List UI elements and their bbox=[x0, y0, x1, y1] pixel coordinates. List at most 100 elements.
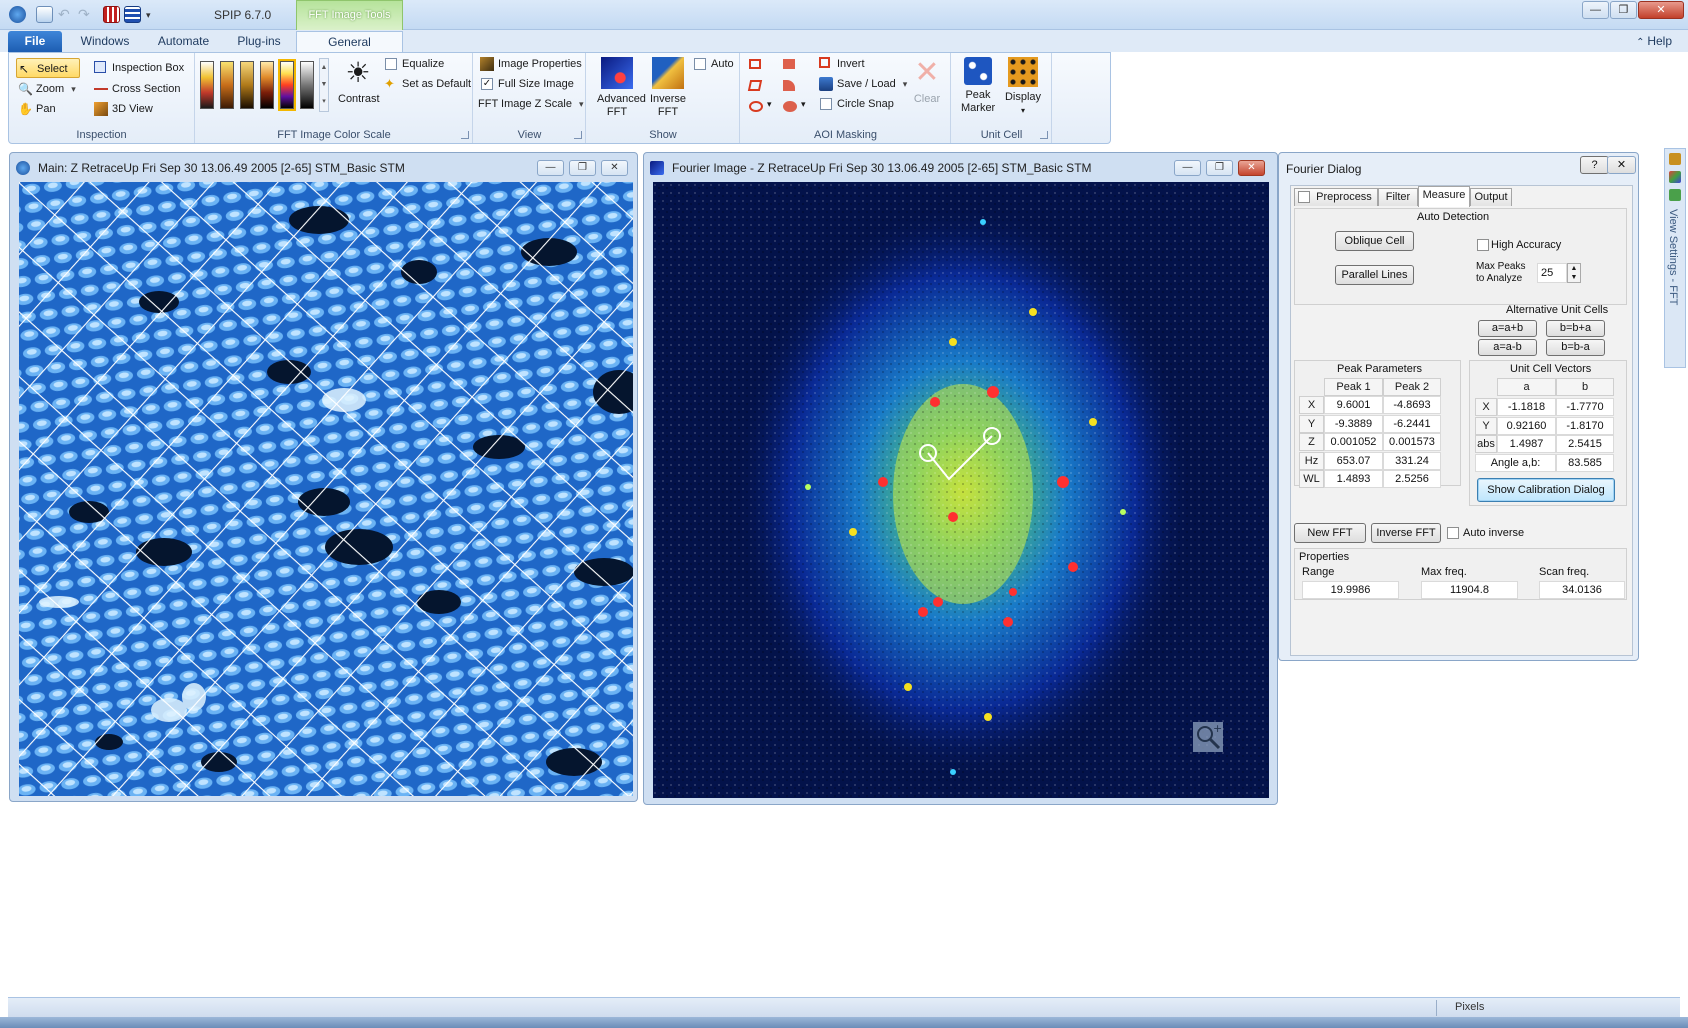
aoi-rect-icon[interactable] bbox=[749, 59, 761, 69]
aoi-ellipse-dropdown-icon[interactable]: ▾ bbox=[767, 99, 772, 110]
color-scale-swatch-1[interactable] bbox=[200, 61, 214, 109]
tab-preprocess[interactable]: Preprocess bbox=[1294, 188, 1378, 206]
tab-automate[interactable]: Automate bbox=[146, 31, 221, 52]
inverse-fft-button[interactable]: Inverse FFT bbox=[645, 57, 691, 119]
color-scale-swatch-4[interactable] bbox=[260, 61, 274, 109]
window-close-button[interactable]: ✕ bbox=[1638, 1, 1684, 19]
cross-section-button[interactable]: Cross Section bbox=[92, 79, 180, 99]
tab-measure[interactable]: Measure bbox=[1418, 186, 1470, 207]
tab-output[interactable]: Output bbox=[1470, 188, 1512, 206]
equalize-checkbox[interactable]: Equalize bbox=[382, 54, 444, 74]
fft-image-canvas[interactable]: + bbox=[653, 182, 1269, 798]
display-dropdown-icon: ▾ bbox=[1020, 106, 1025, 115]
image-properties-button[interactable]: Image Properties bbox=[478, 54, 582, 74]
pan-button[interactable]: ✋ Pan bbox=[16, 99, 56, 119]
auto-inverse-checkbox[interactable] bbox=[1447, 527, 1459, 539]
zoom-button[interactable]: 🔍 Zoom bbox=[16, 79, 76, 99]
high-accuracy-checkbox[interactable] bbox=[1477, 239, 1489, 251]
tile-windows-icon[interactable] bbox=[103, 6, 120, 23]
a-equals-a-minus-b-button[interactable]: a=a-b bbox=[1478, 339, 1537, 356]
aoi-polygon-icon[interactable] bbox=[747, 80, 763, 91]
redo-icon[interactable]: ↷ bbox=[78, 6, 95, 23]
set-as-default-button[interactable]: ✦ Set as Default bbox=[382, 74, 471, 94]
fourier-window-restore-button[interactable]: ❐ bbox=[1206, 160, 1233, 176]
aoi-ellipse-fill-icon[interactable] bbox=[783, 101, 797, 112]
b-equals-b-plus-a-button[interactable]: b=b+a bbox=[1546, 320, 1605, 337]
new-fft-button[interactable]: New FFT bbox=[1294, 523, 1366, 543]
aoi-ellipse-fill-dropdown-icon[interactable]: ▾ bbox=[801, 99, 806, 110]
undo-icon[interactable]: ↶ bbox=[58, 6, 75, 23]
unit-cell-vectors-title: Unit Cell Vectors bbox=[1510, 363, 1592, 375]
select-button[interactable]: ↖ Select bbox=[16, 58, 80, 78]
color-scale-swatch-2[interactable] bbox=[220, 61, 234, 109]
main-window-title-text: Main: Z RetraceUp Fri Sep 30 13.06.49 20… bbox=[38, 161, 405, 175]
3d-view-button[interactable]: 3D View bbox=[92, 99, 153, 119]
customize-quick-access-icon[interactable]: ▾ bbox=[146, 6, 154, 23]
color-scale-dialog-launcher-icon[interactable] bbox=[461, 131, 469, 139]
inspection-box-button[interactable]: Inspection Box bbox=[92, 58, 184, 78]
main-window-close-button[interactable]: ✕ bbox=[601, 160, 628, 176]
auto-label: Auto bbox=[711, 58, 734, 70]
color-scale-swatch-6[interactable] bbox=[300, 61, 314, 109]
color-scale-swatch-3[interactable] bbox=[240, 61, 254, 109]
clear-label: Clear bbox=[913, 93, 941, 105]
save-load-icon bbox=[819, 77, 833, 91]
tab-windows[interactable]: Windows bbox=[70, 31, 140, 52]
b-equals-b-minus-a-button[interactable]: b=b-a bbox=[1546, 339, 1605, 356]
aoi-polygon-fill-icon[interactable] bbox=[783, 80, 795, 91]
inspection-box-icon bbox=[94, 61, 106, 73]
dialog-help-button[interactable]: ? bbox=[1580, 156, 1609, 174]
side-settings-icon[interactable] bbox=[1669, 189, 1681, 201]
parallel-lines-button[interactable]: Parallel Lines bbox=[1335, 265, 1414, 285]
max-peaks-input[interactable]: 25 bbox=[1537, 263, 1567, 283]
fourier-window-minimize-button[interactable]: — bbox=[1174, 160, 1201, 176]
contrast-button[interactable]: ☀ Contrast bbox=[338, 57, 380, 106]
fourier-window-close-button[interactable]: ✕ bbox=[1238, 160, 1265, 176]
new-document-icon[interactable] bbox=[36, 6, 53, 23]
stm-image-canvas[interactable] bbox=[19, 182, 633, 796]
window-minimize-button[interactable]: — bbox=[1582, 1, 1609, 19]
main-window-minimize-button[interactable]: — bbox=[537, 160, 564, 176]
main-window-restore-button[interactable]: ❐ bbox=[569, 160, 596, 176]
fft-z-scale-dropdown[interactable]: FFT Image Z Scale bbox=[474, 94, 584, 114]
help-menu[interactable]: ⌃ Help bbox=[1636, 34, 1672, 48]
max-peaks-spinner[interactable]: ▲ ▼ bbox=[1567, 263, 1581, 283]
inverse-fft-dialog-button[interactable]: Inverse FFT bbox=[1371, 523, 1441, 543]
view-settings-side-panel[interactable]: View Settings - FFT bbox=[1664, 148, 1686, 368]
oblique-cell-button[interactable]: Oblique Cell bbox=[1335, 231, 1414, 251]
save-load-button[interactable]: Save / Load bbox=[817, 74, 907, 94]
view-dialog-launcher-icon[interactable] bbox=[574, 131, 582, 139]
fft-z-scale-label: FFT Image Z Scale bbox=[478, 98, 572, 110]
color-scale-swatch-5-selected[interactable] bbox=[280, 61, 294, 109]
tab-general[interactable]: General bbox=[296, 31, 403, 52]
show-calibration-dialog-button[interactable]: Show Calibration Dialog bbox=[1477, 478, 1615, 502]
title-bar: ↶ ↷ ▾ SPIP 6.7.0 FFT Image Tools — ❐ ✕ bbox=[0, 0, 1688, 34]
invert-button[interactable]: Invert bbox=[817, 54, 865, 74]
unit-cell-dialog-launcher-icon[interactable] bbox=[1040, 131, 1048, 139]
auto-checkbox[interactable]: Auto bbox=[691, 54, 734, 74]
clear-icon: ✕ bbox=[914, 56, 940, 89]
peak2-value: 0.001573 bbox=[1383, 433, 1441, 451]
peak-marker-button[interactable]: Peak Marker bbox=[958, 57, 998, 115]
window-restore-button[interactable]: ❐ bbox=[1610, 1, 1637, 19]
tab-file[interactable]: File bbox=[8, 31, 62, 52]
side-pin-icon[interactable] bbox=[1669, 153, 1681, 165]
side-palette-icon[interactable] bbox=[1669, 171, 1681, 183]
display-button[interactable]: Display ▾ bbox=[1002, 57, 1044, 117]
dialog-close-button[interactable]: ✕ bbox=[1607, 156, 1636, 174]
invert-icon bbox=[819, 57, 830, 68]
auto-detection-panel: Auto Detection Oblique Cell Parallel Lin… bbox=[1294, 208, 1627, 305]
tab-plugins[interactable]: Plug-ins bbox=[226, 31, 292, 52]
clear-button[interactable]: ✕ Clear bbox=[907, 57, 947, 106]
advanced-fft-button[interactable]: Advanced FFT bbox=[591, 57, 646, 119]
full-size-image-checkbox[interactable]: ✓ Full Size Image bbox=[478, 74, 574, 94]
a-equals-a-plus-b-button[interactable]: a=a+b bbox=[1478, 320, 1537, 337]
cascade-windows-icon[interactable] bbox=[124, 6, 141, 23]
aoi-ellipse-icon[interactable] bbox=[749, 101, 763, 112]
tab-filter[interactable]: Filter bbox=[1378, 188, 1418, 206]
circle-snap-checkbox[interactable]: Circle Snap bbox=[817, 94, 894, 114]
color-scale-scroll[interactable]: ▲ ▼ ▾ bbox=[319, 58, 329, 112]
aoi-rect-fill-icon[interactable] bbox=[783, 59, 795, 69]
circle-snap-check-icon bbox=[820, 98, 832, 110]
cursor-arrow-icon: ↖ bbox=[19, 62, 30, 76]
